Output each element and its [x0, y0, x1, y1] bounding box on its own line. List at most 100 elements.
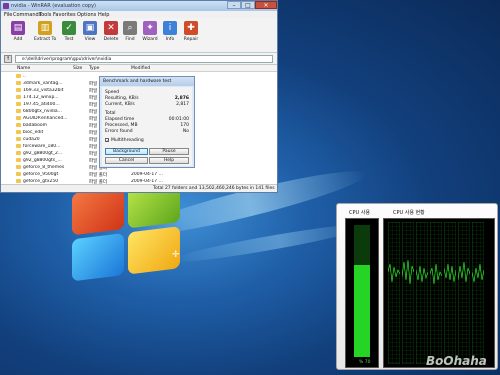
view-icon: ▣	[83, 21, 97, 35]
add-button[interactable]: ▤ Add	[7, 20, 29, 51]
folder-icon	[16, 151, 21, 155]
folder-icon	[16, 179, 21, 183]
folder-icon	[16, 123, 21, 127]
cpu-usage-bar	[354, 225, 370, 357]
cpu-usage-label: CPU 사용	[349, 210, 370, 216]
cpu-history-panel	[383, 218, 495, 368]
wizard-button[interactable]: ✦ Wizard	[139, 20, 161, 51]
folder-icon	[16, 109, 21, 113]
file-name: ..	[23, 74, 26, 79]
info-label: Info	[165, 37, 175, 42]
folder-icon	[16, 95, 21, 99]
view-label: View	[84, 37, 96, 42]
watermark-text: BoOhaha	[426, 354, 487, 368]
help-button[interactable]: Help	[149, 157, 189, 164]
cpu-usage-panel: % 70	[345, 218, 379, 368]
test-icon: ✓	[62, 21, 76, 35]
cpu-usage-fill	[354, 264, 370, 357]
file-name: AGUIDP.enhanced...	[23, 116, 68, 121]
minimize-button[interactable]: –	[227, 1, 241, 9]
close-button[interactable]: ✕	[255, 1, 277, 9]
core-graph-1	[388, 222, 400, 364]
speed-label: Speed	[105, 90, 120, 95]
core-graph-7	[472, 222, 484, 364]
folder-icon	[16, 165, 21, 169]
folder-icon	[16, 88, 21, 92]
file-name: cuda20	[23, 137, 40, 142]
processed-value: 170	[180, 123, 189, 128]
find-icon: ⌕	[123, 21, 137, 35]
core-graph-2	[402, 222, 414, 364]
view-button[interactable]: ▣ View	[79, 20, 101, 51]
menu-bar: File Commands Tools Favorites Options He…	[1, 11, 277, 18]
file-name: 169.33_vista32bit	[23, 88, 64, 93]
dialog-title-bar[interactable]: Benchmark and hardware test	[100, 77, 194, 86]
move-cursor-icon: ✛	[172, 250, 180, 260]
core-graph-6	[458, 222, 470, 364]
maximize-button[interactable]: □	[241, 1, 255, 9]
folder-icon	[16, 144, 21, 148]
add-icon: ▤	[11, 21, 25, 35]
toolbar: ▤ Add ▥ Extract To ✓ Test ▣ View ✕ Delet…	[1, 18, 277, 53]
info-icon: i	[163, 21, 177, 35]
file-list-header: Name Size Type Modified	[1, 65, 277, 72]
elapsed-label: Elapsed time	[105, 117, 135, 122]
processed-label: Processed, MB	[105, 123, 138, 128]
test-button[interactable]: ✓ Test	[58, 20, 80, 51]
extract-to-button[interactable]: ▥ Extract To	[34, 20, 56, 51]
up-folder-icon[interactable]: ↑	[4, 55, 12, 63]
address-bar: ↑ e:\dell\driver\program\gpu\driver\nvid…	[1, 53, 277, 65]
repair-icon: ✚	[184, 21, 198, 35]
current-label: Current, KB/s	[105, 102, 135, 107]
cpu-usage-percent: % 70	[359, 360, 371, 365]
file-name: forceware_180...	[23, 144, 61, 149]
title-bar[interactable]: nvidia - WinRAR (evaluation copy) – □ ✕	[1, 1, 277, 11]
repair-label: Repair	[183, 37, 199, 42]
folder-icon	[16, 81, 21, 85]
folder-icon	[16, 116, 21, 120]
add-label: Add	[13, 37, 23, 42]
path-field[interactable]: e:\dell\driver\program\gpu\driver\nvidia	[15, 55, 273, 63]
benchmark-dialog[interactable]: Benchmark and hardware test Speed Result…	[99, 76, 195, 168]
file-name: badaboom	[23, 123, 47, 128]
column-type[interactable]: Type	[89, 66, 99, 71]
dialog-body: Speed Resulting, KB/s 2,876 Current, KB/…	[102, 87, 192, 166]
multithreading-label: Multithreading	[111, 138, 144, 143]
pause-button[interactable]: Pause	[149, 148, 189, 155]
file-name: 197.45_ati400...	[23, 102, 60, 107]
multithreading-checkbox[interactable]: ✓	[105, 138, 109, 143]
status-bar: Total 27 folders and 13,502,460,246 byte…	[1, 184, 277, 192]
resulting-value: 2,876	[174, 96, 189, 101]
cpu-meter-gadget[interactable]: CPU 사용 CPU 사용 현황 % 70	[336, 203, 498, 370]
folder-icon	[16, 137, 21, 141]
core-graph-3	[416, 222, 428, 364]
column-size[interactable]: Size	[73, 66, 82, 71]
core-graph-4	[430, 222, 442, 364]
file-modified: 2009-04-17 ...	[131, 172, 163, 177]
test-label: Test	[64, 37, 74, 42]
wizard-label: Wizard	[142, 37, 158, 42]
wizard-icon: ✦	[143, 21, 157, 35]
core-graph-5	[444, 222, 456, 364]
folder-icon	[16, 74, 21, 78]
cpu-history-label: CPU 사용 현황	[393, 210, 425, 216]
windows-logo	[72, 179, 192, 290]
file-name: geforce_9500gt	[23, 172, 59, 177]
delete-icon: ✕	[104, 21, 118, 35]
info-button[interactable]: i Info	[159, 20, 181, 51]
column-modified[interactable]: Modified	[131, 66, 150, 71]
extract-icon: ▥	[38, 21, 52, 35]
file-name: 174.12_winxp...	[23, 95, 59, 100]
column-name[interactable]: Name	[17, 66, 30, 71]
repair-button[interactable]: ✚ Repair	[180, 20, 202, 51]
background-button[interactable]: Background	[105, 148, 148, 155]
dialog-title: Benchmark and hardware test	[103, 79, 172, 84]
path-text: e:\dell\driver\program\gpu\driver\nvidia	[22, 57, 112, 62]
current-value: 2,817	[176, 102, 189, 107]
errors-label: Errors found	[105, 129, 133, 134]
file-row[interactable]: geforce_9500gt 파일 폴더 2009-04-17 ...	[1, 171, 277, 178]
cancel-button[interactable]: Cancel	[105, 157, 148, 164]
resulting-label: Resulting, KB/s	[105, 96, 139, 101]
file-name: 3dmark_vantag...	[23, 81, 63, 86]
find-button[interactable]: ⌕ Find	[119, 20, 141, 51]
